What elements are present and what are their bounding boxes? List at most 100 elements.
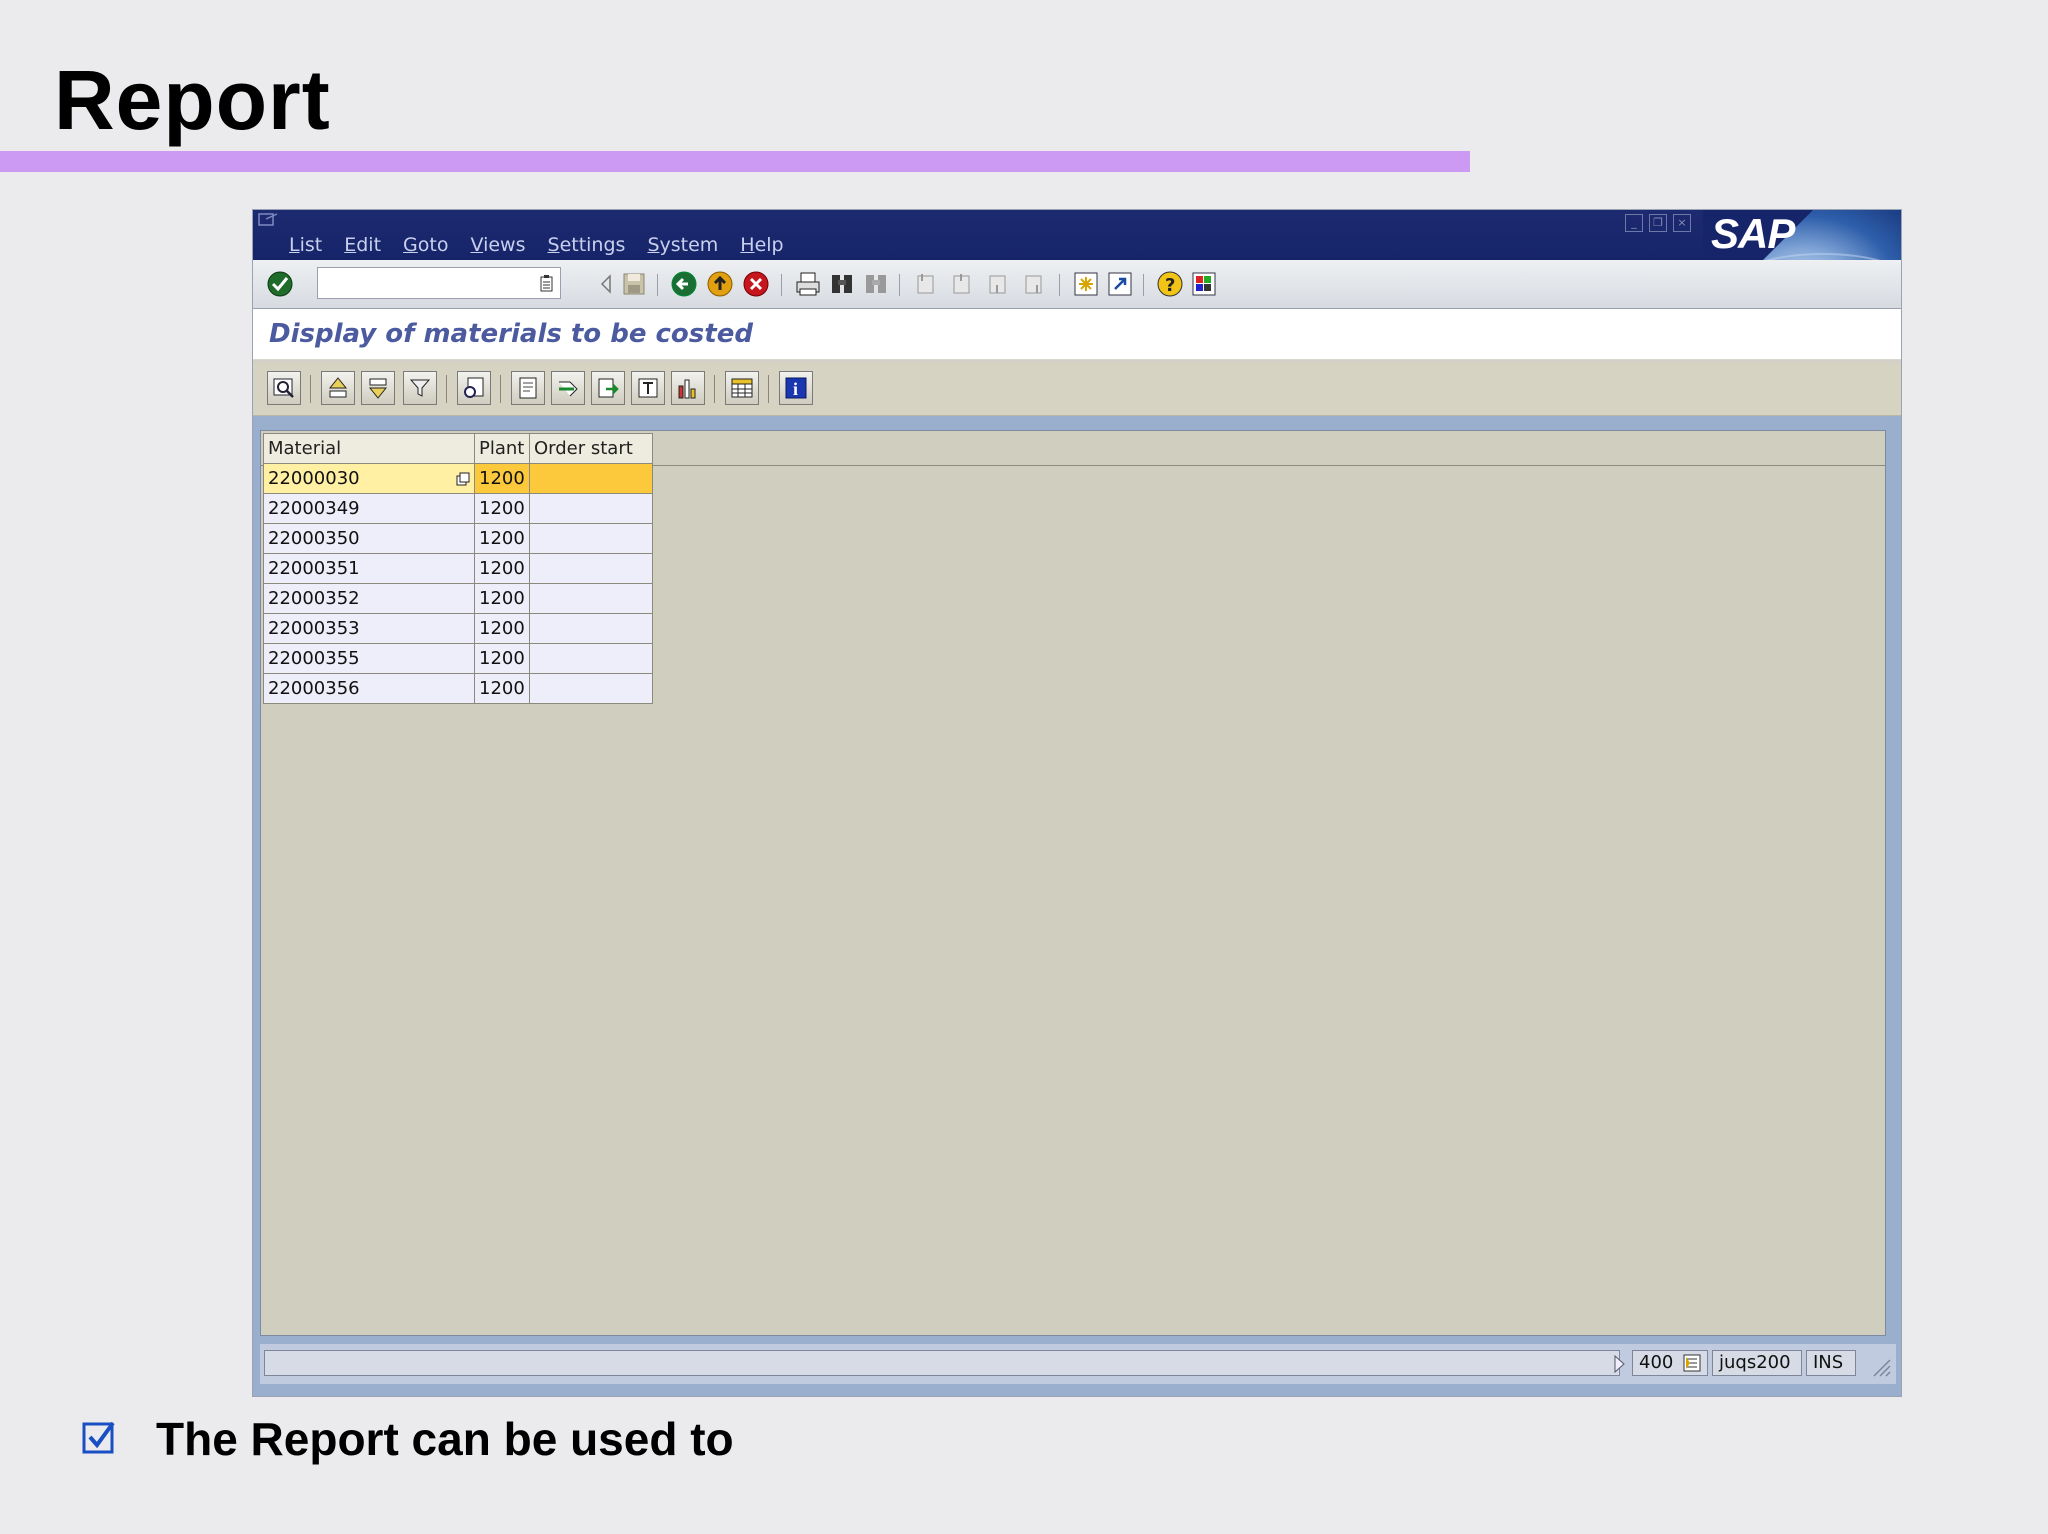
- expand-command-button[interactable]: [591, 269, 621, 299]
- menu-system[interactable]: System: [647, 234, 718, 256]
- restore-button[interactable]: ❐: [1649, 214, 1667, 232]
- enter-button[interactable]: [265, 269, 295, 299]
- cell-plant[interactable]: 1200: [474, 643, 530, 674]
- cell-material[interactable]: 22000355: [263, 643, 475, 674]
- cell-material[interactable]: 22000351: [263, 553, 475, 584]
- cell-plant[interactable]: 1200: [474, 673, 530, 704]
- next-page-icon: [989, 275, 1006, 294]
- cell-order-start[interactable]: [529, 553, 653, 584]
- menu-list-item[interactable]: List: [289, 234, 322, 256]
- cell-plant[interactable]: 1200: [474, 493, 530, 524]
- shortcut-button[interactable]: [1105, 269, 1135, 299]
- cell-material[interactable]: 22000350: [263, 523, 475, 554]
- table-row[interactable]: 22000349 1200: [263, 493, 653, 524]
- cell-plant[interactable]: 1200: [474, 583, 530, 614]
- help-button[interactable]: ?: [1155, 269, 1185, 299]
- cell-plant[interactable]: 1200: [474, 523, 530, 554]
- content-area: Material Plant Order start 22000030 1200…: [253, 416, 1901, 1396]
- exit-button[interactable]: [705, 269, 735, 299]
- print-preview-icon: [519, 377, 537, 399]
- column-header-plant[interactable]: Plant: [474, 433, 530, 464]
- table-row[interactable]: 22000350 1200: [263, 523, 653, 554]
- standard-toolbar: ?: [253, 260, 1901, 309]
- table-row[interactable]: 22000352 1200: [263, 583, 653, 614]
- sort-ascending-button[interactable]: [321, 371, 355, 405]
- menu-goto[interactable]: Goto: [403, 234, 448, 256]
- column-header-order-start[interactable]: Order start: [529, 433, 653, 464]
- previous-page-button[interactable]: [947, 269, 977, 299]
- table-row[interactable]: 22000353 1200: [263, 613, 653, 644]
- menu-edit[interactable]: Edit: [344, 234, 381, 256]
- total-sigma-icon: [464, 377, 484, 398]
- checkbox-bullet-icon: [82, 1421, 115, 1454]
- column-header-material[interactable]: Material: [263, 433, 475, 464]
- export-button[interactable]: [591, 371, 625, 405]
- status-insert-mode[interactable]: INS: [1806, 1350, 1856, 1376]
- mail-recipient-button[interactable]: [551, 371, 585, 405]
- cell-order-start[interactable]: [529, 463, 653, 494]
- table-row[interactable]: 22000355 1200: [263, 643, 653, 674]
- bar-chart-icon: [678, 379, 696, 399]
- close-window-button[interactable]: ×: [1673, 214, 1691, 232]
- sort-descending-button[interactable]: [361, 371, 395, 405]
- details-button[interactable]: [267, 371, 301, 405]
- value-help-icon[interactable]: [456, 472, 470, 486]
- system-menu-icon[interactable]: [257, 212, 279, 228]
- back-button[interactable]: [669, 269, 699, 299]
- menu-views[interactable]: Views: [470, 234, 525, 256]
- layout-colors-icon: [1192, 272, 1216, 296]
- status-expand-icon[interactable]: [1610, 1353, 1628, 1375]
- total-button[interactable]: [457, 371, 491, 405]
- resize-grip-icon[interactable]: [1868, 1354, 1892, 1378]
- system-info-icon[interactable]: [1683, 1354, 1701, 1372]
- cell-order-start[interactable]: [529, 523, 653, 554]
- magnifier-details-icon: [273, 378, 294, 398]
- minimize-button[interactable]: _: [1625, 214, 1643, 232]
- back-arrow-icon: [671, 271, 697, 297]
- cell-order-start[interactable]: [529, 613, 653, 644]
- cell-material[interactable]: 22000352: [263, 583, 475, 614]
- cell-order-start[interactable]: [529, 493, 653, 524]
- cell-order-start[interactable]: [529, 583, 653, 614]
- cell-plant[interactable]: 1200: [474, 613, 530, 644]
- next-page-button[interactable]: [983, 269, 1013, 299]
- change-layout-button[interactable]: [725, 371, 759, 405]
- clipboard-icon[interactable]: [540, 274, 554, 292]
- cell-material[interactable]: 22000356: [263, 673, 475, 704]
- cell-material[interactable]: 22000349: [263, 493, 475, 524]
- graphic-button[interactable]: [671, 371, 705, 405]
- cell-plant[interactable]: 1200: [474, 463, 530, 494]
- cell-order-start[interactable]: [529, 673, 653, 704]
- info-icon: i: [785, 377, 807, 399]
- cell-plant[interactable]: 1200: [474, 553, 530, 584]
- table-row[interactable]: 22000030 1200: [263, 463, 653, 494]
- print-button[interactable]: [793, 269, 823, 299]
- save-button[interactable]: [619, 269, 649, 299]
- application-toolbar: i: [253, 363, 1901, 416]
- cancel-button[interactable]: [741, 269, 771, 299]
- command-field[interactable]: [317, 267, 561, 299]
- find-button[interactable]: [827, 269, 857, 299]
- cell-material[interactable]: 22000030: [263, 463, 475, 494]
- first-page-button[interactable]: [911, 269, 941, 299]
- cell-material[interactable]: 22000353: [263, 613, 475, 644]
- table-row[interactable]: 22000356 1200: [263, 673, 653, 704]
- word-processing-button[interactable]: [631, 371, 665, 405]
- menu-settings[interactable]: Settings: [548, 234, 626, 256]
- svg-text:i: i: [793, 379, 798, 399]
- information-button[interactable]: i: [779, 371, 813, 405]
- cell-order-start[interactable]: [529, 643, 653, 674]
- previous-page-icon: [953, 274, 970, 294]
- table-row[interactable]: 22000351 1200: [263, 553, 653, 584]
- filter-button[interactable]: [403, 371, 437, 405]
- create-session-button[interactable]: [1071, 269, 1101, 299]
- first-page-icon: [917, 274, 934, 294]
- find-next-button[interactable]: [861, 269, 891, 299]
- screen-title-bar: Display of materials to be costed: [253, 309, 1901, 360]
- exit-up-arrow-icon: [707, 271, 733, 297]
- title-underline: [0, 151, 1470, 172]
- menu-help[interactable]: Help: [740, 234, 783, 256]
- print-preview-button[interactable]: [511, 371, 545, 405]
- customize-layout-button[interactable]: [1189, 269, 1219, 299]
- last-page-button[interactable]: [1019, 269, 1049, 299]
